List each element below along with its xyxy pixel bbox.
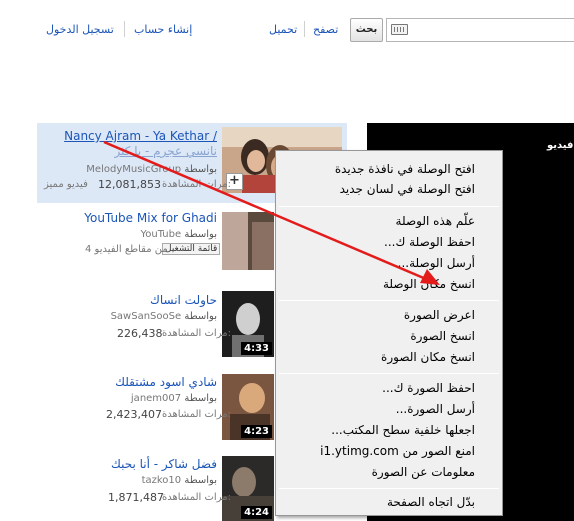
menu-item-save-link-as[interactable]: احفظ الوصلة ك... (384, 235, 475, 249)
channel-name[interactable]: janem007 (131, 393, 181, 404)
channel-name[interactable]: MelodyMusicGroup (86, 164, 181, 175)
views-label: مرات المشاهدة: (162, 409, 231, 420)
video-title[interactable]: YouTube Mix for Ghadi (84, 211, 217, 225)
featured-badge: فيديو مميز (44, 179, 88, 190)
menu-item-switch-page-direction[interactable]: بدّل اتجاه الصفحة (387, 495, 475, 509)
video-channel: بواسطة janem007 (130, 393, 217, 404)
video-channel: بواسطة MelodyMusicGroup (86, 164, 217, 175)
video-thumbnail[interactable]: 4:23 (222, 374, 274, 440)
view-count: 2,423,407 (106, 408, 162, 421)
menu-item-copy-image[interactable]: انسخ الصورة (410, 329, 475, 343)
header-divider (124, 21, 125, 37)
menu-item-save-image-as[interactable]: احفظ الصورة ك... (382, 381, 475, 395)
menu-item-send-link[interactable]: أرسل الوصلة... (398, 256, 475, 270)
browse-link[interactable]: تصفح (313, 23, 338, 36)
video-title-line2[interactable]: نانسي عجرم - يا كثر (114, 144, 217, 158)
menu-item-image-info[interactable]: معلومات عن الصورة (372, 465, 475, 479)
video-thumbnail[interactable]: 4:33 (222, 291, 274, 357)
video-title[interactable]: فضل شاكر - أنا بحبك (111, 457, 217, 471)
video-duration: 4:33 (241, 342, 272, 355)
view-count: 226,438 (117, 327, 163, 340)
video-channel: بواسطة YouTube (140, 229, 217, 240)
menu-item-view-image[interactable]: اعرض الصورة (404, 308, 475, 322)
menu-item-block-images[interactable]: امنع الصور من i1.ytimg.com (320, 444, 475, 458)
header-divider (304, 21, 305, 37)
context-menu: افتح الوصلة في نافذة جديدة افتح الوصلة ف… (275, 150, 503, 516)
views-label: مرات المشاهدة: (162, 328, 231, 339)
menu-separator (279, 300, 499, 301)
channel-name[interactable]: SawSanSooSe (111, 311, 182, 322)
menu-item-set-desktop-background[interactable]: اجعلها خلفية سطح المكتب... (331, 423, 475, 437)
keyboard-icon[interactable] (391, 24, 408, 35)
clip-count: 4 من مقاطع الفيديو (85, 244, 168, 255)
menu-item-open-link-new-window[interactable]: افتح الوصلة في نافذة جديدة (335, 162, 475, 176)
playlist-badge: قائمة التشغيل (162, 243, 221, 255)
views-label: مرات المشاهدة: (162, 179, 231, 190)
menu-item-bookmark-link[interactable]: علّم هذه الوصلة (396, 214, 475, 228)
views-label: مرات المشاهدة: (162, 492, 231, 503)
video-thumbnail[interactable] (222, 212, 274, 270)
view-count: 12,081,853 (98, 178, 161, 191)
menu-item-copy-image-location[interactable]: انسخ مكان الصورة (381, 350, 475, 364)
upload-link[interactable]: تحميل (269, 23, 297, 36)
menu-item-send-image[interactable]: أرسل الصورة... (396, 402, 475, 416)
player-caption: فيديو. (547, 140, 574, 151)
video-title[interactable]: حاولت انساك (150, 293, 217, 307)
video-duration: 4:24 (241, 506, 272, 519)
channel-name[interactable]: YouTube (140, 229, 181, 240)
view-count: 1,871,487 (108, 491, 164, 504)
menu-separator (279, 373, 499, 374)
video-channel: بواسطة tazko10 (141, 475, 217, 486)
menu-item-copy-link-location[interactable]: انسخ مكان الوصلة (383, 277, 475, 291)
search-input[interactable] (386, 18, 574, 42)
menu-separator (279, 206, 499, 207)
create-account-link[interactable]: إنشاء حساب (134, 23, 192, 36)
video-thumbnail[interactable]: 4:24 (222, 456, 274, 521)
video-channel: بواسطة SawSanSooSe (110, 311, 217, 322)
video-title[interactable]: شادي اسود مشتقلك (115, 375, 217, 389)
menu-item-open-link-new-tab[interactable]: افتح الوصلة في لسان جديد (340, 182, 475, 196)
menu-separator (279, 488, 499, 489)
channel-name[interactable]: tazko10 (142, 475, 182, 486)
video-duration: 4:23 (241, 425, 272, 438)
thumbnail-image (222, 212, 274, 270)
video-title[interactable]: Nancy Ajram - Ya Kethar / (64, 129, 217, 143)
search-button[interactable]: بحث (350, 18, 383, 42)
login-link[interactable]: تسجيل الدخول (46, 23, 114, 36)
